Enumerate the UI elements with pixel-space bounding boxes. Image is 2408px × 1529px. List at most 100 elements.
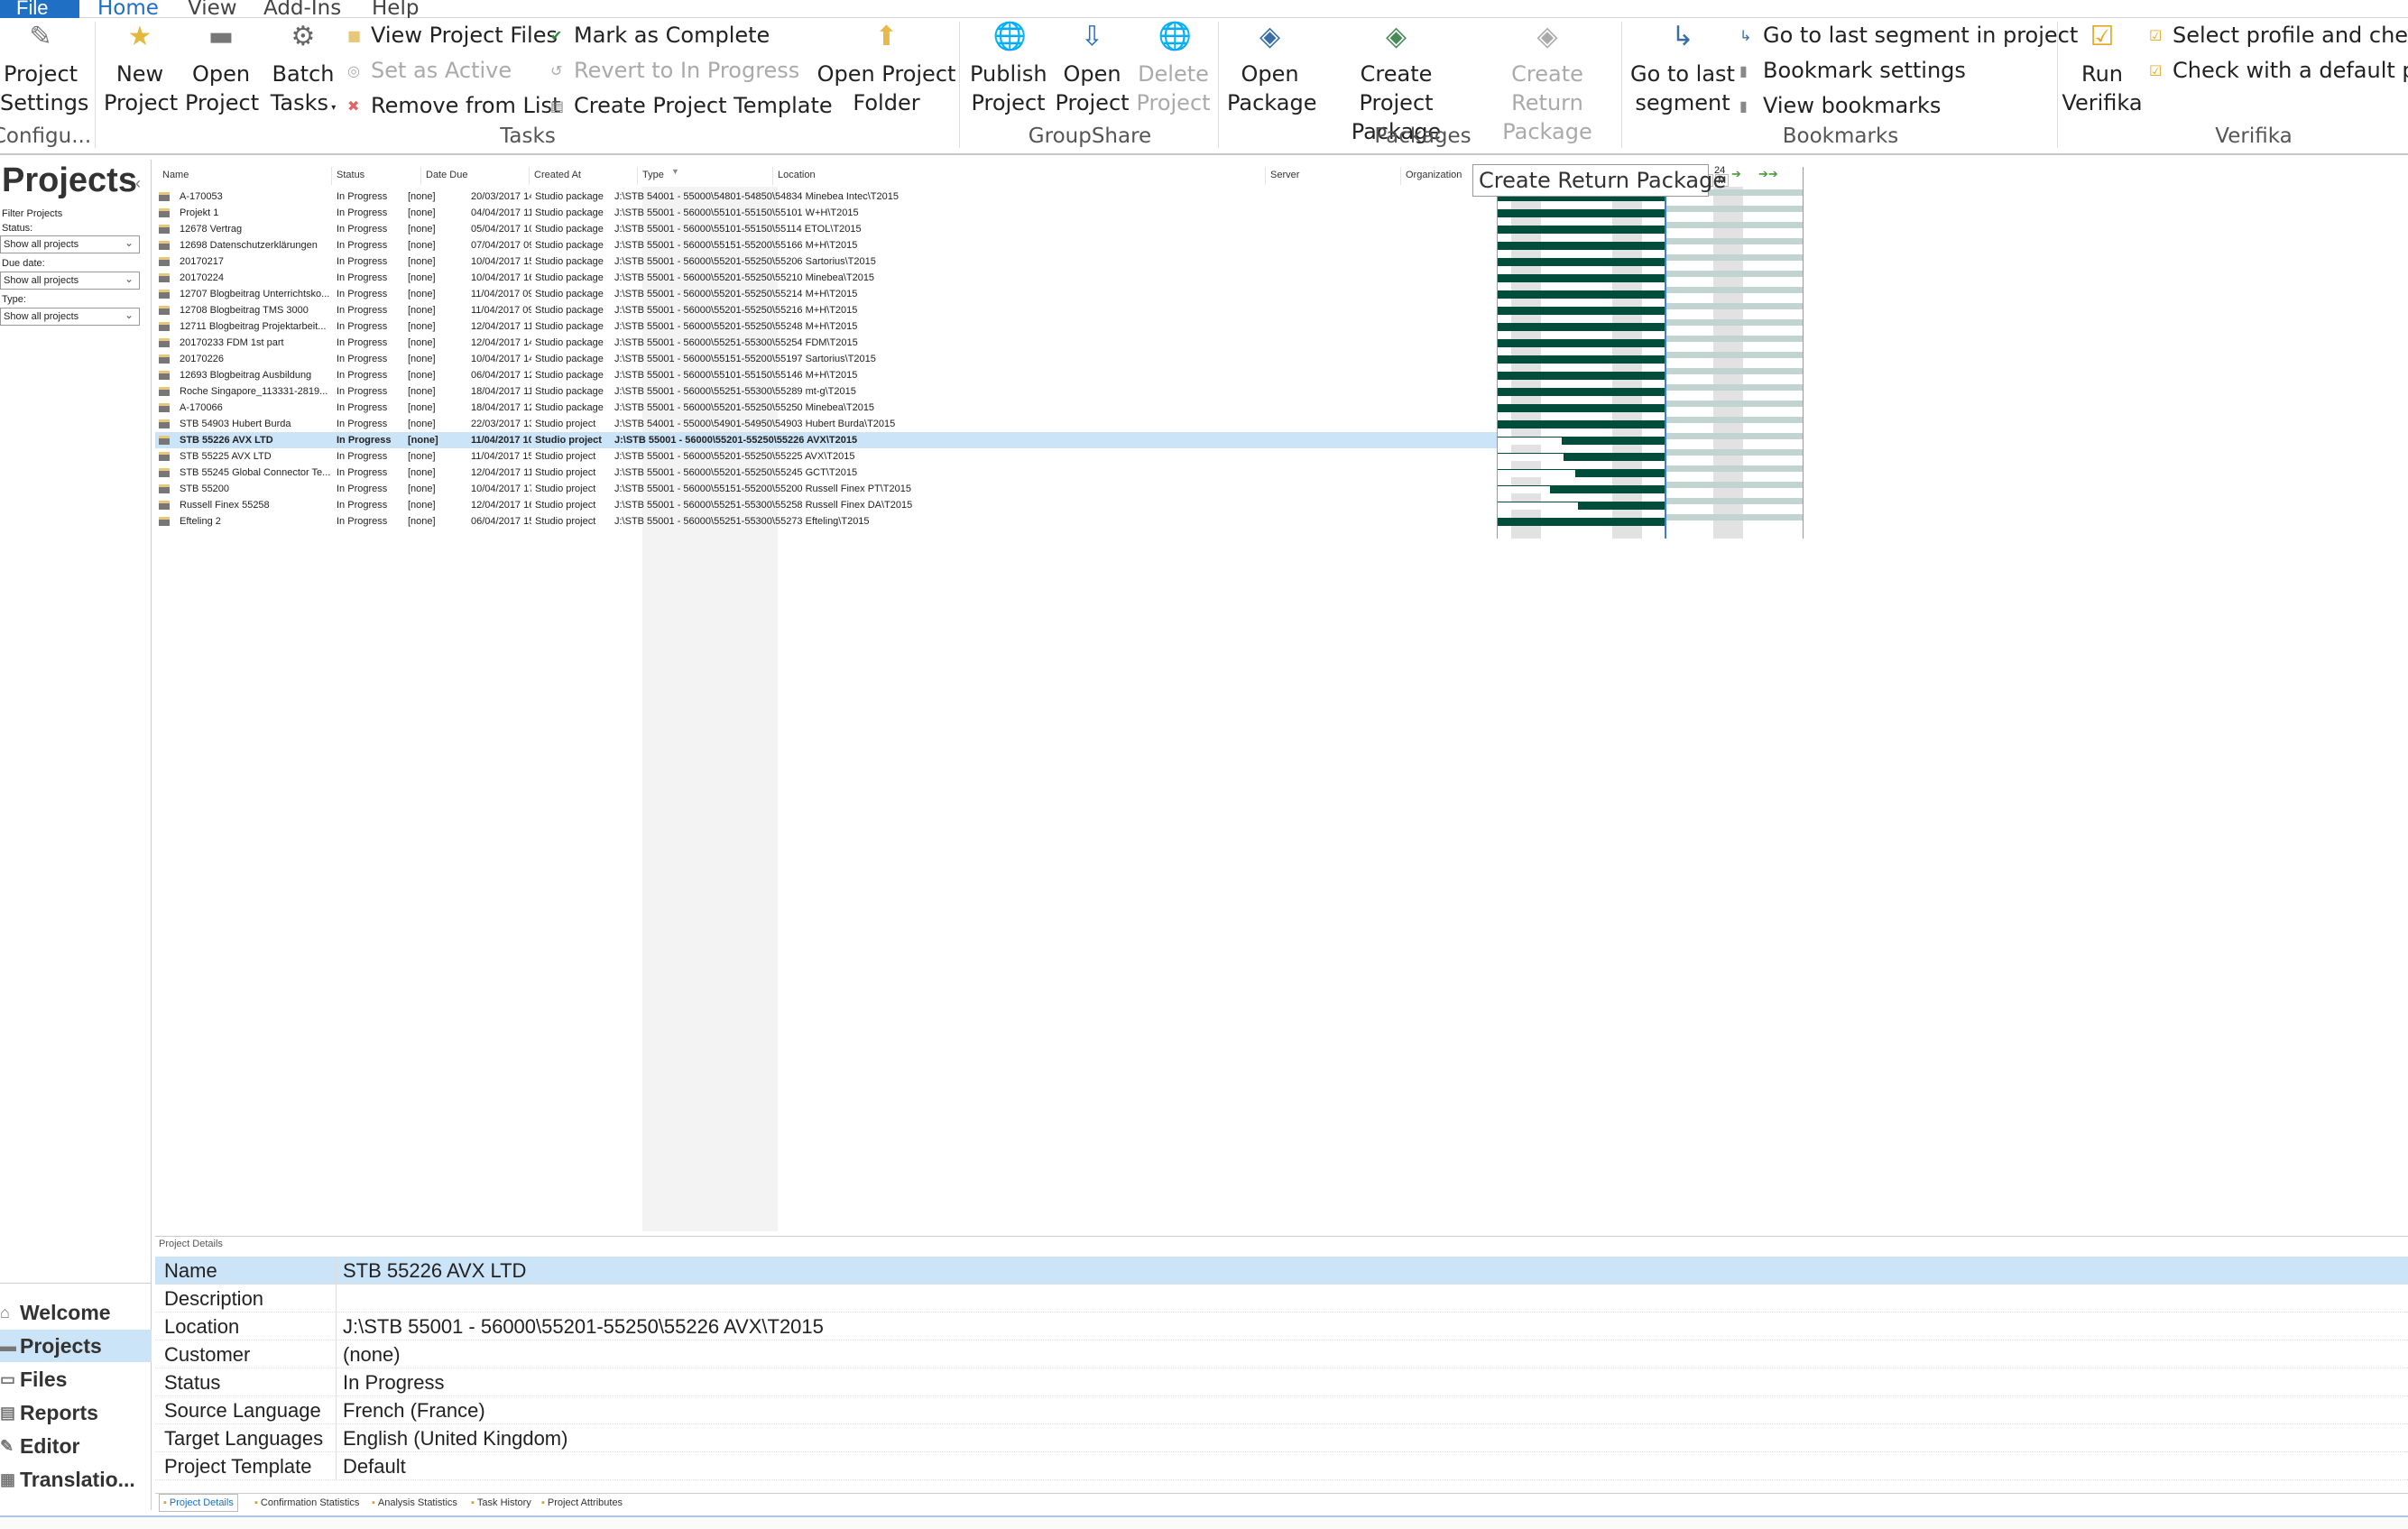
groupshare-open-project-button[interactable]: ⇩ Open Project: [1054, 22, 1130, 117]
table-row[interactable]: STB 55245 Global Connector Te... In Progr…: [155, 465, 1498, 481]
type-filter-select[interactable]: Show all projects ⌄: [0, 308, 140, 326]
nav-item-reports[interactable]: ▤ Reports: [0, 1396, 152, 1429]
view-bookmarks-button[interactable]: ▮ View bookmarks: [1739, 88, 1941, 123]
table-row[interactable]: Efteling 2 In Progress [none] 06/04/2017 15…: [155, 513, 1498, 530]
collapse-panel-button[interactable]: ‹: [135, 174, 141, 193]
tab-confirmation-statistics[interactable]: ▪ Confirmation Statistics: [254, 1497, 359, 1508]
column-header-location[interactable]: Location: [778, 170, 816, 180]
gantt-bar-future: [1666, 417, 1803, 423]
table-row[interactable]: Projekt 1 In Progress [none] 04/04/2017 11:…: [155, 205, 1498, 221]
column-divider[interactable]: [331, 167, 332, 185]
tab-file[interactable]: File: [0, 0, 79, 18]
create-return-package-button[interactable]: ◈ Create Return Package: [1475, 22, 1619, 146]
column-header-name[interactable]: Name: [162, 170, 189, 180]
go-to-last-segment-in-project-button[interactable]: ↳ Go to last segment in project: [1739, 18, 2078, 52]
table-row[interactable]: 20170217 In Progress [none] 10/04/2017 15:1…: [155, 253, 1498, 270]
table-row[interactable]: STB 55226 AVX LTD In Progress [none] 11/04/…: [155, 432, 1498, 448]
batch-tasks-button[interactable]: ⚙ Batch Tasks ▾: [267, 22, 339, 123]
tab-add-ins[interactable]: Add-Ins: [263, 0, 341, 20]
mark-as-complete-button[interactable]: ✔ Mark as Complete: [550, 18, 770, 52]
cell-status: In Progress: [337, 337, 388, 348]
due-date-filter-select[interactable]: Show all projects ⌄: [0, 272, 140, 290]
table-row[interactable]: 12707 Blogbeitrag Unterrichtsko... In Pro…: [155, 286, 1498, 302]
scroll-far-right-arrow-icon[interactable]: ➔➔: [1758, 167, 1778, 181]
table-row[interactable]: 12678 Vertrag In Progress [none] 05/04/2017…: [155, 221, 1498, 237]
create-project-template-button[interactable]: ▤ Create Project Template: [550, 88, 833, 123]
column-header-date-due[interactable]: Date Due: [426, 170, 467, 180]
column-divider[interactable]: [529, 167, 530, 185]
detail-row-status[interactable]: Status In Progress: [155, 1368, 2408, 1396]
cell-name: 12693 Blogbeitrag Ausbildung: [180, 370, 312, 381]
nav-item-projects[interactable]: ▬ Projects: [0, 1330, 152, 1362]
table-row[interactable]: 20170226 In Progress [none] 10/04/2017 14:4…: [155, 351, 1498, 367]
publish-project-button[interactable]: 🌐 Publish Project: [970, 22, 1047, 117]
column-divider[interactable]: [1400, 167, 1401, 185]
table-row[interactable]: 20170224 In Progress [none] 10/04/2017 16:2…: [155, 270, 1498, 286]
revert-to-in-progress-button[interactable]: ↺ Revert to In Progress: [550, 53, 799, 88]
select-profile-and-check-button[interactable]: ☑ Select profile and check: [2149, 18, 2408, 52]
tab-project-attributes[interactable]: ▪ Project Attributes: [541, 1497, 623, 1508]
today-line: [1665, 187, 1666, 539]
project-icon: [159, 419, 170, 428]
column-header-organization[interactable]: Organization: [1406, 170, 1462, 180]
bookmark-settings-button[interactable]: ▮ Bookmark settings: [1739, 53, 1966, 88]
gantt-bar-future: [1666, 238, 1803, 244]
table-row[interactable]: 12698 Datenschutzerklärungen In Progress […: [155, 237, 1498, 253]
table-row[interactable]: STB 55225 AVX LTD In Progress [none] 11/04/…: [155, 448, 1498, 465]
detail-row-source-language[interactable]: Source Language French (France): [155, 1396, 2408, 1424]
open-project-button[interactable]: ▬ Open Project: [185, 22, 259, 117]
divider: [336, 1424, 337, 1452]
open-package-button[interactable]: ◈ Open Package: [1227, 22, 1316, 117]
column-header-created-at[interactable]: Created At: [534, 170, 581, 180]
tab-project-details[interactable]: ▪ Project Details: [159, 1494, 238, 1512]
nav-item-files[interactable]: ▭ Files: [0, 1363, 152, 1395]
table-row[interactable]: A-170066 In Progress [none] 18/04/2017 12:0…: [155, 400, 1498, 416]
tab-help[interactable]: Help: [372, 0, 419, 20]
run-verifika-button[interactable]: ☑ Run Verifika: [2062, 22, 2143, 117]
scroll-right-arrow-icon[interactable]: ➔: [1731, 167, 1741, 181]
analysis-statistics-icon: ▪: [372, 1497, 375, 1508]
detail-row-project-template[interactable]: Project Template Default: [155, 1452, 2408, 1480]
column-header-server[interactable]: Server: [1270, 170, 1299, 180]
nav-item-editor[interactable]: ✎ Editor: [0, 1430, 152, 1462]
tab-analysis-statistics[interactable]: ▪ Analysis Statistics: [372, 1497, 457, 1508]
remove-from-list-button[interactable]: ✖ Remove from List: [347, 88, 560, 123]
table-row[interactable]: 12708 Blogbeitrag TMS 3000 In Progress [no…: [155, 302, 1498, 318]
open-project-folder-button[interactable]: ⬆ Open Project Folder: [817, 22, 956, 117]
column-header-status[interactable]: Status: [337, 170, 364, 180]
detail-row-target-languages[interactable]: Target Languages English (United Kingdom): [155, 1424, 2408, 1452]
column-divider[interactable]: [772, 167, 773, 185]
detail-row-name[interactable]: Name STB 55226 AVX LTD: [155, 1257, 2408, 1285]
table-row[interactable]: A-170053 In Progress [none] 20/03/2017 14:3…: [155, 189, 1498, 205]
label: Project: [1055, 90, 1130, 115]
nav-item-translatio[interactable]: ▦ Translatio...: [0, 1463, 152, 1496]
delete-project-button[interactable]: 🌐 Delete Project: [1135, 22, 1212, 117]
table-row[interactable]: 12693 Blogbeitrag Ausbildung In Progress […: [155, 367, 1498, 383]
table-row[interactable]: Roche Singapore_113331-2819... In Progres…: [155, 383, 1498, 400]
column-divider[interactable]: [420, 167, 421, 185]
table-row[interactable]: 20170233 FDM 1st part In Progress [none] 12…: [155, 335, 1498, 351]
nav-item-welcome[interactable]: ⌂ Welcome: [0, 1296, 152, 1329]
cell-status: In Progress: [337, 451, 388, 462]
label: Create Project: [1359, 61, 1434, 115]
column-divider[interactable]: [637, 167, 638, 185]
set-as-active-button[interactable]: ◎ Set as Active: [347, 53, 512, 88]
table-row[interactable]: Russell Finex 55258 In Progress [none] 12/0…: [155, 497, 1498, 513]
new-project-button[interactable]: ★ New Project: [104, 22, 178, 117]
tab-home[interactable]: Home: [97, 0, 159, 20]
check-with-default-profile-button[interactable]: ☑ Check with a default pro: [2149, 53, 2408, 88]
status-filter-select[interactable]: Show all projects ⌄: [0, 235, 140, 253]
detail-row-customer[interactable]: Customer (none): [155, 1340, 2408, 1368]
detail-row-location[interactable]: Location J:\STB 55001 - 56000\55201-55250…: [155, 1313, 2408, 1340]
column-header-type[interactable]: Type: [642, 170, 664, 180]
tab-task-history[interactable]: ▪ Task History: [471, 1497, 531, 1508]
table-row[interactable]: STB 54903 Hubert Burda In Progress [none] 2…: [155, 416, 1498, 432]
view-project-files-button[interactable]: ■ View Project Files: [347, 18, 558, 52]
tab-view[interactable]: View: [188, 0, 237, 20]
table-row[interactable]: 12711 Blogbeitrag Projektarbeit... In Pro…: [155, 318, 1498, 335]
go-to-last-segment-button[interactable]: ↳ Go to last segment: [1628, 22, 1737, 117]
project-settings-button[interactable]: ✎ Project Settings: [0, 22, 88, 117]
detail-row-description[interactable]: Description: [155, 1285, 2408, 1313]
column-divider[interactable]: [1265, 167, 1266, 185]
table-row[interactable]: STB 55200 In Progress [none] 10/04/2017 17:…: [155, 481, 1498, 497]
